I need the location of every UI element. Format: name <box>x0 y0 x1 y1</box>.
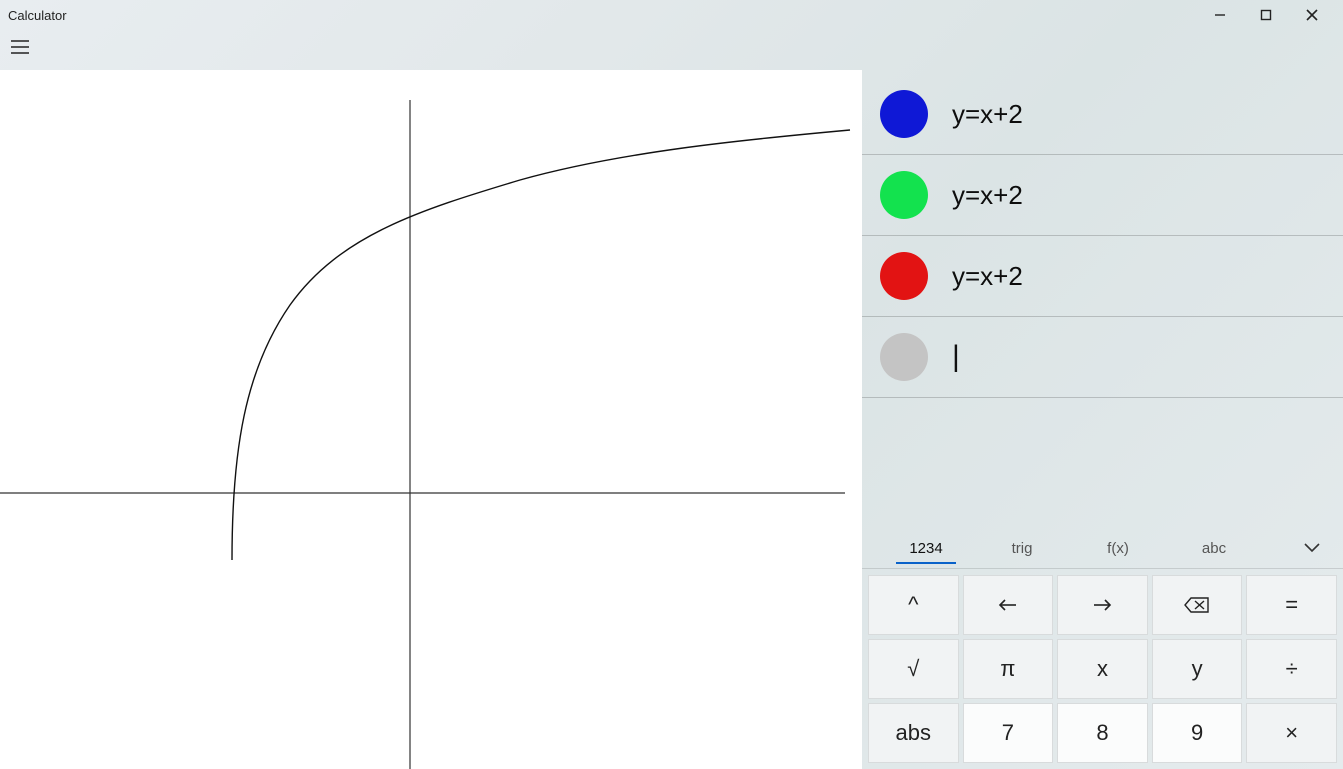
key-divide[interactable]: ÷ <box>1246 639 1337 699</box>
app-title: Calculator <box>8 8 67 23</box>
graph-canvas[interactable] <box>0 70 862 769</box>
key-pi[interactable]: π <box>963 639 1054 699</box>
equations-panel: y=x+2 y=x+2 y=x+2 | 1234 trig f(x) abc <box>862 70 1343 769</box>
key-backspace-icon[interactable] <box>1152 575 1243 635</box>
equation-row[interactable]: y=x+2 <box>862 236 1343 317</box>
equation-text: y=x+2 <box>952 261 1023 292</box>
toolbar <box>0 30 1343 64</box>
color-swatch[interactable] <box>880 90 928 138</box>
key-left-arrow-icon[interactable] <box>963 575 1054 635</box>
hamburger-menu-icon[interactable] <box>6 33 34 61</box>
color-swatch[interactable] <box>880 171 928 219</box>
key-sqrt[interactable]: √ <box>868 639 959 699</box>
equation-row[interactable]: y=x+2 <box>862 74 1343 155</box>
close-button[interactable] <box>1289 0 1335 30</box>
title-bar: Calculator <box>0 0 1343 30</box>
key-8[interactable]: 8 <box>1057 703 1148 763</box>
color-swatch[interactable] <box>880 252 928 300</box>
tab-1234[interactable]: 1234 <box>878 534 974 563</box>
tab-fx[interactable]: f(x) <box>1070 534 1166 563</box>
key-multiply[interactable]: × <box>1246 703 1337 763</box>
chevron-down-icon[interactable] <box>1297 543 1327 553</box>
key-equals[interactable]: = <box>1246 575 1337 635</box>
keypad-tabs: 1234 trig f(x) abc <box>862 528 1343 569</box>
equation-input-cursor[interactable]: | <box>952 342 960 372</box>
equation-row[interactable]: y=x+2 <box>862 155 1343 236</box>
key-right-arrow-icon[interactable] <box>1057 575 1148 635</box>
key-y[interactable]: y <box>1152 639 1243 699</box>
minimize-button[interactable] <box>1197 0 1243 30</box>
maximize-button[interactable] <box>1243 0 1289 30</box>
key-9[interactable]: 9 <box>1152 703 1243 763</box>
tab-abc[interactable]: abc <box>1166 534 1262 563</box>
key-x[interactable]: x <box>1057 639 1148 699</box>
equation-text: y=x+2 <box>952 99 1023 130</box>
equation-text: y=x+2 <box>952 180 1023 211</box>
color-swatch[interactable] <box>880 333 928 381</box>
keypad: ^ = √ π x y ÷ abs 7 8 9 × <box>862 569 1343 769</box>
key-abs[interactable]: abs <box>868 703 959 763</box>
key-caret[interactable]: ^ <box>868 575 959 635</box>
equation-list: y=x+2 y=x+2 y=x+2 | <box>862 70 1343 398</box>
tab-trig[interactable]: trig <box>974 534 1070 563</box>
equation-row-new[interactable]: | <box>862 317 1343 398</box>
key-7[interactable]: 7 <box>963 703 1054 763</box>
